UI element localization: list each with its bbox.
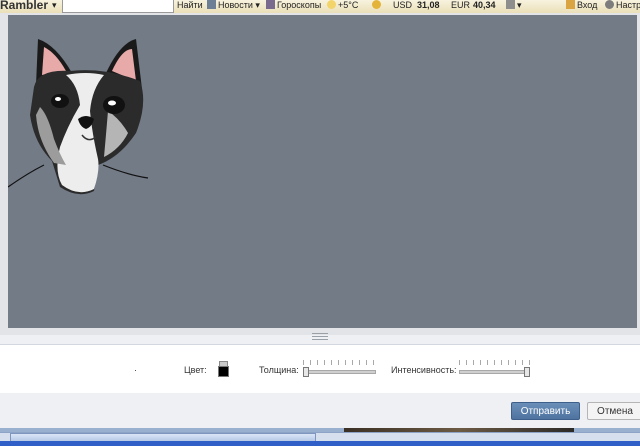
intensity-label: Интенсивность: [391, 365, 457, 375]
mail-icon [506, 0, 515, 9]
drawing-canvas[interactable] [8, 15, 637, 328]
chevron-down-icon[interactable]: ▾ [52, 0, 57, 11]
slider-ticks [459, 360, 530, 365]
news-label: Новости [218, 0, 253, 10]
coin-icon [372, 0, 383, 11]
weather-icon [327, 0, 336, 9]
resize-handle[interactable] [312, 333, 328, 340]
chevron-down-icon: ▾ [517, 0, 522, 10]
thickness-label: Толщина: [259, 365, 299, 375]
send-button[interactable]: Отправить [511, 402, 580, 420]
eur-rate: 40,34 [473, 0, 496, 10]
settings-label: Настр [616, 0, 640, 10]
slider-track [459, 370, 530, 374]
usd-rate: 31,08 [417, 0, 440, 10]
color-swatch[interactable] [218, 366, 229, 377]
slider-track [303, 370, 376, 374]
gear-icon [605, 0, 614, 9]
intensity-slider-thumb[interactable] [524, 367, 530, 377]
chevron-down-icon: ▾ [255, 0, 260, 10]
weather-widget[interactable]: +5°C [327, 0, 358, 11]
key-icon [566, 0, 575, 9]
weather-value: +5°C [338, 0, 359, 10]
taskbar [0, 441, 640, 446]
action-bar: Отправить Отмена [0, 393, 640, 428]
settings-button[interactable]: Настр [605, 0, 640, 11]
usd-label: USD [393, 0, 413, 10]
search-input[interactable] [62, 0, 174, 13]
slider-ticks [303, 360, 376, 365]
mail-menu[interactable]: ▾ [506, 0, 522, 11]
dog-sketch [8, 39, 149, 195]
rambler-logo[interactable]: Rambler [0, 0, 48, 11]
find-button[interactable]: Найти [177, 0, 203, 11]
horoscope-label: Гороскопы [277, 0, 322, 10]
login-button[interactable]: Вход [566, 0, 597, 11]
news-menu[interactable]: Новости ▾ [207, 0, 260, 11]
newspaper-icon [207, 0, 216, 9]
cancel-button[interactable]: Отмена [587, 402, 640, 420]
drawing-area [0, 13, 640, 340]
horoscope-menu[interactable]: Гороскопы [266, 0, 321, 11]
eur-label: EUR [451, 0, 471, 10]
browser-toolbar: Rambler ▾ Найти Новости ▾ Гороскопы +5°C… [0, 0, 640, 14]
thickness-slider[interactable] [303, 360, 376, 377]
drawing-controls: · Цвет: Толщина: Интенсивность: [0, 344, 640, 394]
intensity-slider[interactable] [459, 360, 530, 377]
horoscope-icon [266, 0, 275, 9]
thickness-slider-thumb[interactable] [303, 367, 309, 377]
color-label: Цвет: [184, 365, 207, 375]
dot-mark: · [134, 365, 137, 375]
login-label: Вход [577, 0, 598, 10]
